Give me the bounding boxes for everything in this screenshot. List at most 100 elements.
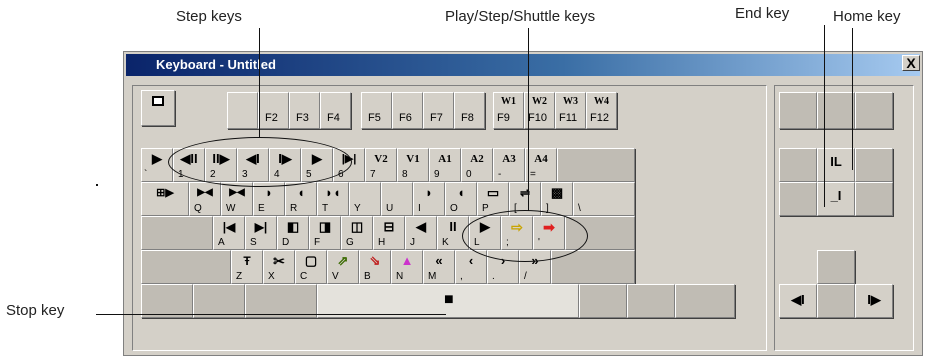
ctrl-right-key[interactable] bbox=[675, 284, 735, 318]
scroll-lock-key[interactable] bbox=[817, 92, 855, 129]
key-9[interactable]: A1 9 bbox=[429, 148, 461, 182]
a1-icon: A1 bbox=[438, 153, 452, 165]
key-w[interactable]: ▶◀ W bbox=[221, 182, 253, 216]
shift-left-key[interactable] bbox=[141, 250, 231, 284]
f9-w1-key[interactable]: W1 F9 bbox=[493, 92, 524, 129]
arrow-left-key[interactable]: ◀I bbox=[779, 284, 817, 318]
close-icon: X bbox=[906, 55, 916, 71]
f7-key[interactable]: F7 bbox=[423, 92, 454, 129]
print-screen-key[interactable] bbox=[779, 92, 817, 129]
escape-icon bbox=[152, 96, 164, 106]
alt-right-key[interactable] bbox=[579, 284, 627, 318]
minus-key[interactable]: A3- bbox=[493, 148, 525, 182]
key-7-label: 7 bbox=[370, 169, 376, 180]
key-q[interactable]: ▶◀ Q bbox=[189, 182, 221, 216]
f5-label: F5 bbox=[368, 112, 381, 124]
cut-icon: ✂ bbox=[273, 253, 285, 269]
arrow-up-key[interactable] bbox=[817, 250, 855, 284]
key-e[interactable]: ◗ E bbox=[253, 182, 285, 216]
key-b-label: B bbox=[364, 271, 371, 282]
key-t[interactable]: ◗◖ T bbox=[317, 182, 349, 216]
key-r[interactable]: ◖ R bbox=[285, 182, 317, 216]
f2-key[interactable]: F2 bbox=[258, 92, 289, 129]
f4-key[interactable]: F4 bbox=[320, 92, 351, 129]
key-o[interactable]: ◖ O bbox=[445, 182, 477, 216]
key-c[interactable]: ▢ C bbox=[295, 250, 327, 284]
home-key[interactable]: IL bbox=[817, 148, 855, 182]
key-g[interactable]: ◫ G bbox=[341, 216, 373, 250]
backspace-key[interactable] bbox=[557, 148, 635, 182]
escape-key[interactable] bbox=[141, 90, 175, 126]
key-n[interactable]: ▲ N bbox=[391, 250, 423, 284]
equals-key[interactable]: A4 = bbox=[525, 148, 557, 182]
end-key[interactable]: _I bbox=[817, 182, 855, 216]
stop-key-leader bbox=[96, 314, 446, 315]
key-u[interactable]: U bbox=[381, 182, 413, 216]
f12-w4-key[interactable]: W4 F12 bbox=[586, 92, 617, 129]
mark-in-icon: ◗ bbox=[265, 185, 273, 200]
key-y[interactable]: Y bbox=[349, 182, 381, 216]
key-s[interactable]: ▶| S bbox=[245, 216, 277, 250]
page-up-key[interactable] bbox=[855, 148, 893, 182]
window-title: Keyboard - Untitled bbox=[156, 57, 276, 72]
key-h[interactable]: ⊟ H bbox=[373, 216, 405, 250]
f3-key[interactable]: F3 bbox=[289, 92, 320, 129]
key-8[interactable]: V1 8 bbox=[397, 148, 429, 182]
window-titlebar[interactable]: Keyboard - Untitled bbox=[126, 54, 920, 76]
go-to-out-icon: ▶| bbox=[254, 220, 268, 234]
win-left-key[interactable] bbox=[245, 284, 317, 318]
pause-key[interactable] bbox=[855, 92, 893, 129]
key-c-label: C bbox=[300, 271, 308, 282]
go-to-in-icon: |◀ bbox=[222, 220, 236, 234]
alt-left-key[interactable] bbox=[193, 284, 245, 318]
key-i-label: I bbox=[418, 203, 421, 214]
tab-key[interactable]: ⊞▶ bbox=[141, 182, 189, 216]
key-v[interactable]: ⇗ V bbox=[327, 250, 359, 284]
key-0[interactable]: A2 0 bbox=[461, 148, 493, 182]
arrow-down-key[interactable] bbox=[817, 284, 855, 318]
key-x[interactable]: ✂ X bbox=[263, 250, 295, 284]
f1-key[interactable] bbox=[227, 92, 258, 129]
period-label: . bbox=[492, 271, 495, 282]
mark-clip-icon: ◗◖ bbox=[325, 185, 341, 200]
q-icon: ▶◀ bbox=[197, 187, 213, 198]
key-j[interactable]: ◀ J bbox=[405, 216, 437, 250]
tab-icon: ⊞▶ bbox=[156, 187, 174, 199]
v2-icon: V2 bbox=[374, 153, 388, 165]
f5-key[interactable]: F5 bbox=[361, 92, 392, 129]
home-key-callout: Home key bbox=[833, 8, 901, 25]
w-icon: ▶◀ bbox=[229, 187, 245, 198]
key-z[interactable]: ŦZ bbox=[231, 250, 263, 284]
backslash-key[interactable]: \ bbox=[573, 182, 635, 216]
step-keys-callout: Step keys bbox=[176, 8, 242, 25]
ctrl-left-key[interactable] bbox=[141, 284, 193, 318]
step-back-icon: ◀I bbox=[791, 292, 805, 307]
a3-icon: A3 bbox=[502, 153, 516, 165]
key-7[interactable]: V2 7 bbox=[365, 148, 397, 182]
key-u-label: U bbox=[386, 203, 394, 214]
f6-key[interactable]: F6 bbox=[392, 92, 423, 129]
key-f[interactable]: ◨ F bbox=[309, 216, 341, 250]
step-forward-icon: I▶ bbox=[867, 292, 881, 307]
key-i[interactable]: ◗ I bbox=[413, 182, 445, 216]
close-button[interactable]: X bbox=[902, 55, 920, 71]
key-m[interactable]: «M bbox=[423, 250, 455, 284]
f11-w3-key[interactable]: W3 F11 bbox=[555, 92, 586, 129]
arrow-right-key[interactable]: I▶ bbox=[855, 284, 893, 318]
f9-label: F9 bbox=[497, 112, 510, 124]
f3-label: F3 bbox=[296, 112, 309, 124]
caps-lock-key[interactable] bbox=[141, 216, 213, 250]
menu-key[interactable] bbox=[627, 284, 675, 318]
backtick-label: ` bbox=[144, 169, 148, 180]
key-a[interactable]: |◀ A bbox=[213, 216, 245, 250]
page-down-key[interactable] bbox=[855, 182, 893, 216]
key-f-label: F bbox=[314, 237, 321, 248]
end-key-callout: End key bbox=[735, 5, 790, 22]
space-stop-key[interactable]: ■ bbox=[317, 284, 579, 318]
insert-key[interactable] bbox=[779, 148, 817, 182]
w2-label: W2 bbox=[532, 96, 547, 107]
f8-key[interactable]: F8 bbox=[454, 92, 485, 129]
key-b[interactable]: ⇘ B bbox=[359, 250, 391, 284]
delete-key[interactable] bbox=[779, 182, 817, 216]
key-d[interactable]: ◧ D bbox=[277, 216, 309, 250]
